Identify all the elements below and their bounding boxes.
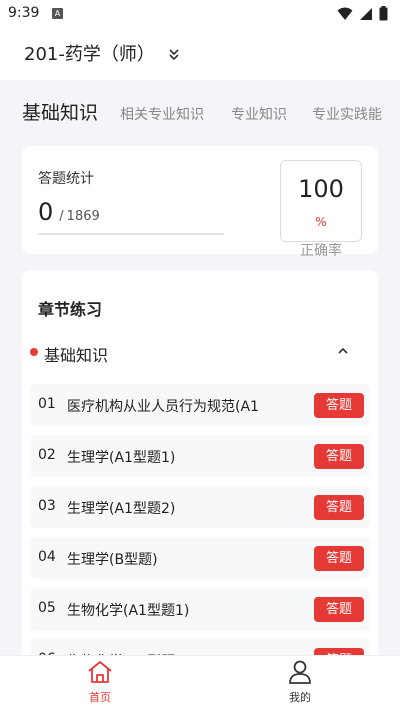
nav-home-label: 首页 [89,691,111,704]
user-icon [289,660,311,684]
tab-related-knowledge[interactable]: 相关专业知识 [120,104,204,124]
chapter-item[interactable]: 01 医疗机构从业人员行为规范(A1 答题 [30,384,370,426]
tab-basic-knowledge[interactable]: 基础知识 [22,98,98,125]
chapter-item[interactable]: 05 生物化学(A1型题1) 答题 [30,588,370,630]
chapter-index: 05 [38,600,56,616]
chapter-title: 章节练习 [38,300,103,319]
status-time: 9:39 [8,5,40,21]
count-separator: / [59,209,64,224]
answer-button[interactable]: 答题 [314,495,364,520]
progress-track [38,233,224,235]
total-count: 1869 [66,209,100,224]
section-header[interactable]: 基础知识 [30,342,370,366]
signal-icon [360,7,372,20]
answer-button[interactable]: 答题 [314,393,364,418]
chapter-item[interactable]: 04 生理学(B型题) 答题 [30,537,370,579]
bottom-nav: 首页 我的 [0,655,400,711]
chapter-card: 章节练习 基础知识 01 医疗机构从业人员行为规范(A1 答题 02 生理学(A… [22,270,378,660]
double-chevron-down-icon [169,49,179,61]
battery-icon [379,6,388,21]
answer-button[interactable]: 答题 [314,546,364,571]
chapter-index: 04 [38,549,56,565]
chapter-index: 01 [38,396,56,412]
tab-professional-practice[interactable]: 专业实践能 [312,104,382,124]
home-icon [88,661,112,683]
chapter-name: 生理学(A1型题2) [67,501,176,517]
chapter-item[interactable]: 03 生理学(A1型题2) 答题 [30,486,370,528]
chapter-index: 02 [38,447,56,463]
chapter-index: 03 [38,498,56,514]
chevron-up-icon[interactable] [336,344,350,358]
answer-button[interactable]: 答题 [314,597,364,622]
chapter-item[interactable]: 02 生理学(A1型题1) 答题 [30,435,370,477]
accuracy-box: 100 % [280,160,362,242]
section-dot [30,348,38,356]
accuracy-label: 正确率 [300,243,342,259]
nav-home[interactable]: 首页 [70,660,130,705]
accuracy-unit: % [315,215,327,229]
category-tabs: 基础知识 相关专业知识 专业知识 专业实践能 [0,90,400,134]
tab-professional-knowledge[interactable]: 专业知识 [231,104,287,124]
section-label: 基础知识 [44,346,109,365]
chapter-name: 医疗机构从业人员行为规范(A1 [67,399,259,415]
stats-count: 0 / 1869 [38,198,100,226]
answer-button[interactable]: 答题 [314,444,364,469]
chapter-name: 生物化学(A1型题1) [67,603,190,619]
stats-card: 答题统计 0 / 1869 100 % [22,146,378,254]
subject-selector[interactable]: 201-药学（师） [24,40,179,66]
chapter-name: 生理学(A1型题1) [67,450,176,466]
notification-icon: A [52,8,63,19]
accuracy-value: 100 [298,175,344,203]
wifi-icon [337,7,353,20]
status-bar: 9:39 A [0,0,400,28]
nav-mine[interactable]: 我的 [270,660,330,705]
status-icons [337,6,388,21]
stats-label: 答题统计 [38,171,94,187]
subject-title: 201-药学（师） [24,44,155,65]
chapter-name: 生理学(B型题) [67,552,158,568]
answered-count: 0 [38,198,54,226]
nav-mine-label: 我的 [289,691,311,704]
header: 201-药学（师） [0,28,400,80]
